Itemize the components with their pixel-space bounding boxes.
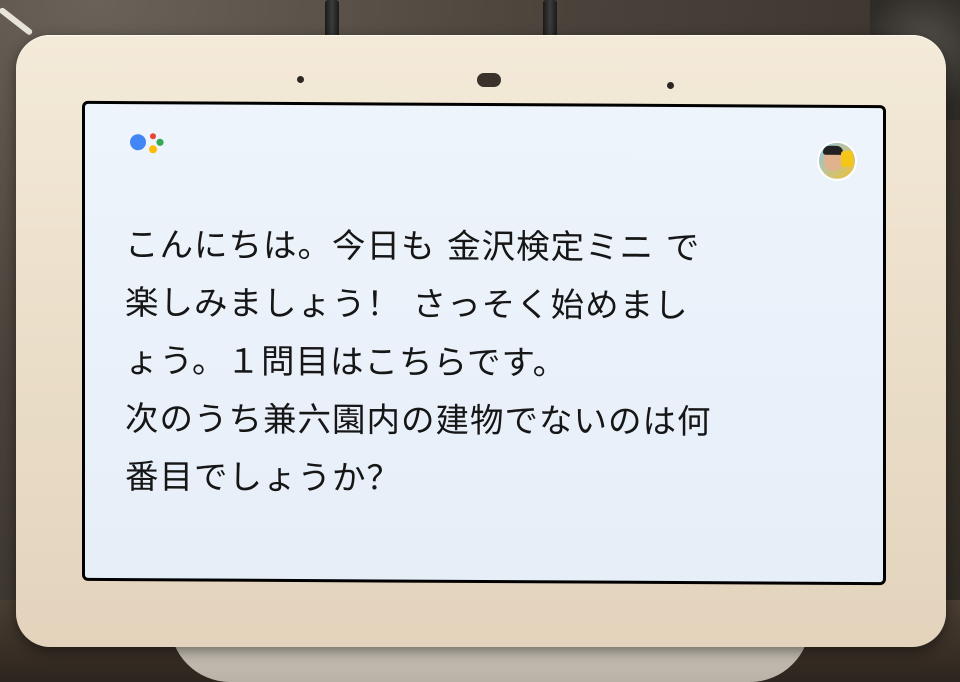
ambient-sensor [477,73,501,87]
light-sensor [297,76,304,83]
google-assistant-icon[interactable] [127,129,167,165]
assistant-response-text: こんにちは。今日も 金沢検定ミニ で 楽しみましょう！ さっそく始めまし ょう。… [125,225,712,498]
display-screen: こんにちは。今日も 金沢検定ミニ で 楽しみましょう！ さっそく始めまし ょう。… [82,100,886,586]
smart-display-frame: こんにちは。今日も 金沢検定ミニ で 楽しみましょう！ さっそく始めまし ょう。… [16,35,946,647]
microphone-hole [667,82,674,89]
assistant-card[interactable]: こんにちは。今日も 金沢検定ミニ で 楽しみましょう！ さっそく始めまし ょう。… [85,103,883,583]
avatar-hair [823,145,843,155]
user-avatar-icon[interactable] [817,140,857,181]
avatar-badge [841,150,853,167]
